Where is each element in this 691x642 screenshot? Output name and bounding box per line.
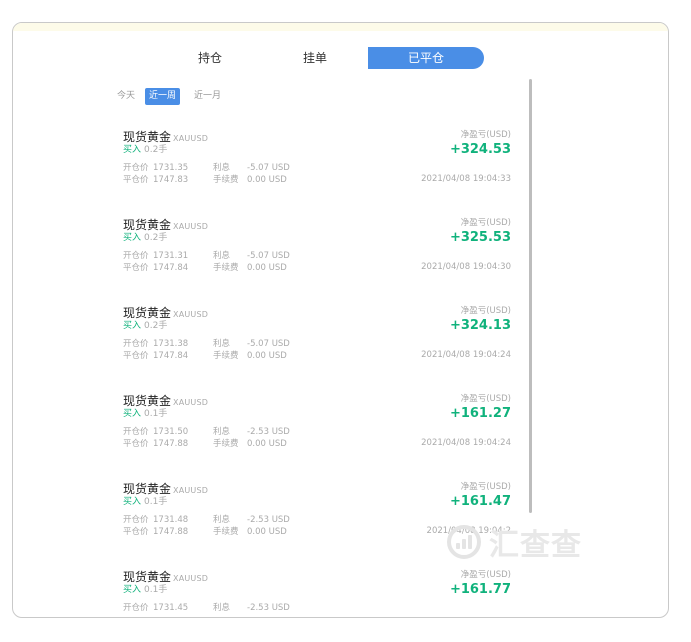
net-pnl-label: 净盈亏(USD)	[460, 306, 511, 316]
interest-value: -5.07 USD	[247, 339, 290, 349]
close-price: 1747.84	[153, 263, 189, 273]
fee-label: 手续费	[213, 439, 239, 449]
interest-label: 利息	[213, 339, 231, 349]
net-pnl-label: 净盈亏(USD)	[460, 130, 511, 140]
open-price: 1731.38	[153, 339, 189, 349]
instrument-symbol: XAUUSD	[173, 310, 209, 319]
net-pnl-label: 净盈亏(USD)	[460, 218, 511, 228]
trade-quantity: 0.2手	[144, 145, 168, 155]
open-price-label: 开仓价	[123, 163, 149, 173]
net-pnl-value: +161.27	[449, 406, 511, 421]
interest-value: -5.07 USD	[247, 163, 290, 173]
instrument-symbol: XAUUSD	[173, 486, 209, 495]
close-row: 平仓价 1747.88 手续费 0.00 USD	[123, 437, 287, 449]
trade-quantity: 0.1手	[144, 497, 168, 507]
open-price-label: 开仓价	[123, 603, 149, 613]
close-price-label: 平仓价	[123, 175, 149, 185]
interest-label: 利息	[213, 163, 231, 173]
net-pnl-value: +324.13	[449, 318, 511, 333]
trade-direction: 买入	[123, 585, 142, 595]
instrument-symbol: XAUUSD	[173, 574, 209, 583]
fee-label: 手续费	[213, 351, 239, 361]
interest-value: -2.53 USD	[247, 515, 290, 525]
net-pnl-value: +161.77	[449, 582, 511, 597]
open-price-label: 开仓价	[123, 427, 149, 437]
close-time: 2021/04/08 19:04:24	[421, 350, 511, 360]
open-row: 开仓价 1731.45 利息 -2.53 USD	[123, 601, 290, 613]
open-price-label: 开仓价	[123, 515, 149, 525]
net-pnl-value: +325.53	[449, 230, 511, 245]
close-time: 2021/04/08 19:04:24	[421, 438, 511, 448]
close-price: 1747.88	[153, 527, 189, 537]
trade-item[interactable]: 现货黄金 XAUUSD 买入 0.2手 开仓价 1731.38 利息 -5.07 USD …	[123, 304, 511, 384]
open-price: 1731.50	[153, 427, 189, 437]
instrument-symbol: XAUUSD	[173, 134, 209, 143]
interest-label: 利息	[213, 515, 231, 525]
open-row: 开仓价 1731.38 利息 -5.07 USD	[123, 337, 290, 349]
trade-item[interactable]: 现货黄金 XAUUSD 买入 0.2手 开仓价 1731.35 利息 -5.07 USD …	[123, 128, 511, 208]
close-row: 平仓价 1747.84 手续费 0.00 USD	[123, 261, 287, 273]
closed-trade-list: 现货黄金 XAUUSD 买入 0.2手 开仓价 1731.35 利息 -5.07 USD …	[13, 23, 668, 617]
open-price: 1731.45	[153, 603, 189, 613]
open-row: 开仓价 1731.50 利息 -2.53 USD	[123, 425, 290, 437]
fee-value: 0.00 USD	[247, 439, 287, 449]
close-row: 平仓价 1747.88 手续费 0.00 USD	[123, 525, 287, 537]
fee-value: 0.00 USD	[247, 175, 287, 185]
trade-quantity: 0.1手	[144, 585, 168, 595]
trade-direction: 买入	[123, 321, 142, 331]
interest-value: -5.07 USD	[247, 251, 290, 261]
open-row: 开仓价 1731.48 利息 -2.53 USD	[123, 513, 290, 525]
close-time: 2021/04/08 19:04:30	[421, 262, 511, 272]
net-pnl-value: +161.47	[449, 494, 511, 509]
close-price: 1747.83	[153, 175, 189, 185]
trade-direction: 买入	[123, 233, 142, 243]
instrument-symbol: XAUUSD	[173, 398, 209, 407]
fee-value: 0.00 USD	[247, 351, 287, 361]
fee-value: 0.00 USD	[247, 527, 287, 537]
instrument-symbol: XAUUSD	[173, 222, 209, 231]
close-price: 1747.84	[153, 351, 189, 361]
trade-item[interactable]: 现货黄金 XAUUSD 买入 0.1手 开仓价 1731.48 利息 -2.53 USD …	[123, 480, 511, 560]
trade-quantity: 0.2手	[144, 321, 168, 331]
net-pnl-label: 净盈亏(USD)	[460, 482, 511, 492]
open-price: 1731.48	[153, 515, 189, 525]
close-row	[123, 613, 247, 617]
interest-value: -2.53 USD	[247, 603, 290, 613]
trade-direction: 买入	[123, 497, 142, 507]
open-row: 开仓价 1731.31 利息 -5.07 USD	[123, 249, 290, 261]
fee-label: 手续费	[213, 527, 239, 537]
interest-label: 利息	[213, 427, 231, 437]
close-price-label: 平仓价	[123, 351, 149, 361]
close-price-label: 平仓价	[123, 439, 149, 449]
close-price-label: 平仓价	[123, 527, 149, 537]
trade-direction: 买入	[123, 145, 142, 155]
trade-quantity: 0.2手	[144, 233, 168, 243]
net-pnl-value: +324.53	[449, 142, 511, 157]
open-price-label: 开仓价	[123, 251, 149, 261]
fee-value: 0.00 USD	[247, 263, 287, 273]
open-row: 开仓价 1731.35 利息 -5.07 USD	[123, 161, 290, 173]
interest-label: 利息	[213, 251, 231, 261]
interest-label: 利息	[213, 603, 231, 613]
trade-direction: 买入	[123, 409, 142, 419]
trade-quantity: 0.1手	[144, 409, 168, 419]
trade-item[interactable]: 现货黄金 XAUUSD 买入 0.2手 开仓价 1731.31 利息 -5.07 USD …	[123, 216, 511, 296]
net-pnl-label: 净盈亏(USD)	[460, 570, 511, 580]
fee-label: 手续费	[213, 263, 239, 273]
open-price: 1731.35	[153, 163, 189, 173]
open-price: 1731.31	[153, 251, 189, 261]
net-pnl-label: 净盈亏(USD)	[460, 394, 511, 404]
close-time: 2021/04/08 19:04:33	[421, 174, 511, 184]
closed-positions-panel: 持仓 挂单 已平仓 今天 近一周 近一月 现货黄金 XAUUSD 买入 0.2手 开…	[12, 22, 669, 618]
close-price-label: 平仓价	[123, 263, 149, 273]
fee-label: 手续费	[213, 175, 239, 185]
trade-item[interactable]: 现货黄金 XAUUSD 买入 0.1手 开仓价 1731.45 利息 -2.53 USD …	[123, 568, 511, 617]
interest-value: -2.53 USD	[247, 427, 290, 437]
close-price: 1747.88	[153, 439, 189, 449]
close-time: 2021/04/08 19:04:2	[426, 526, 511, 536]
open-price-label: 开仓价	[123, 339, 149, 349]
trade-item[interactable]: 现货黄金 XAUUSD 买入 0.1手 开仓价 1731.50 利息 -2.53 USD …	[123, 392, 511, 472]
close-row: 平仓价 1747.83 手续费 0.00 USD	[123, 173, 287, 185]
close-row: 平仓价 1747.84 手续费 0.00 USD	[123, 349, 287, 361]
